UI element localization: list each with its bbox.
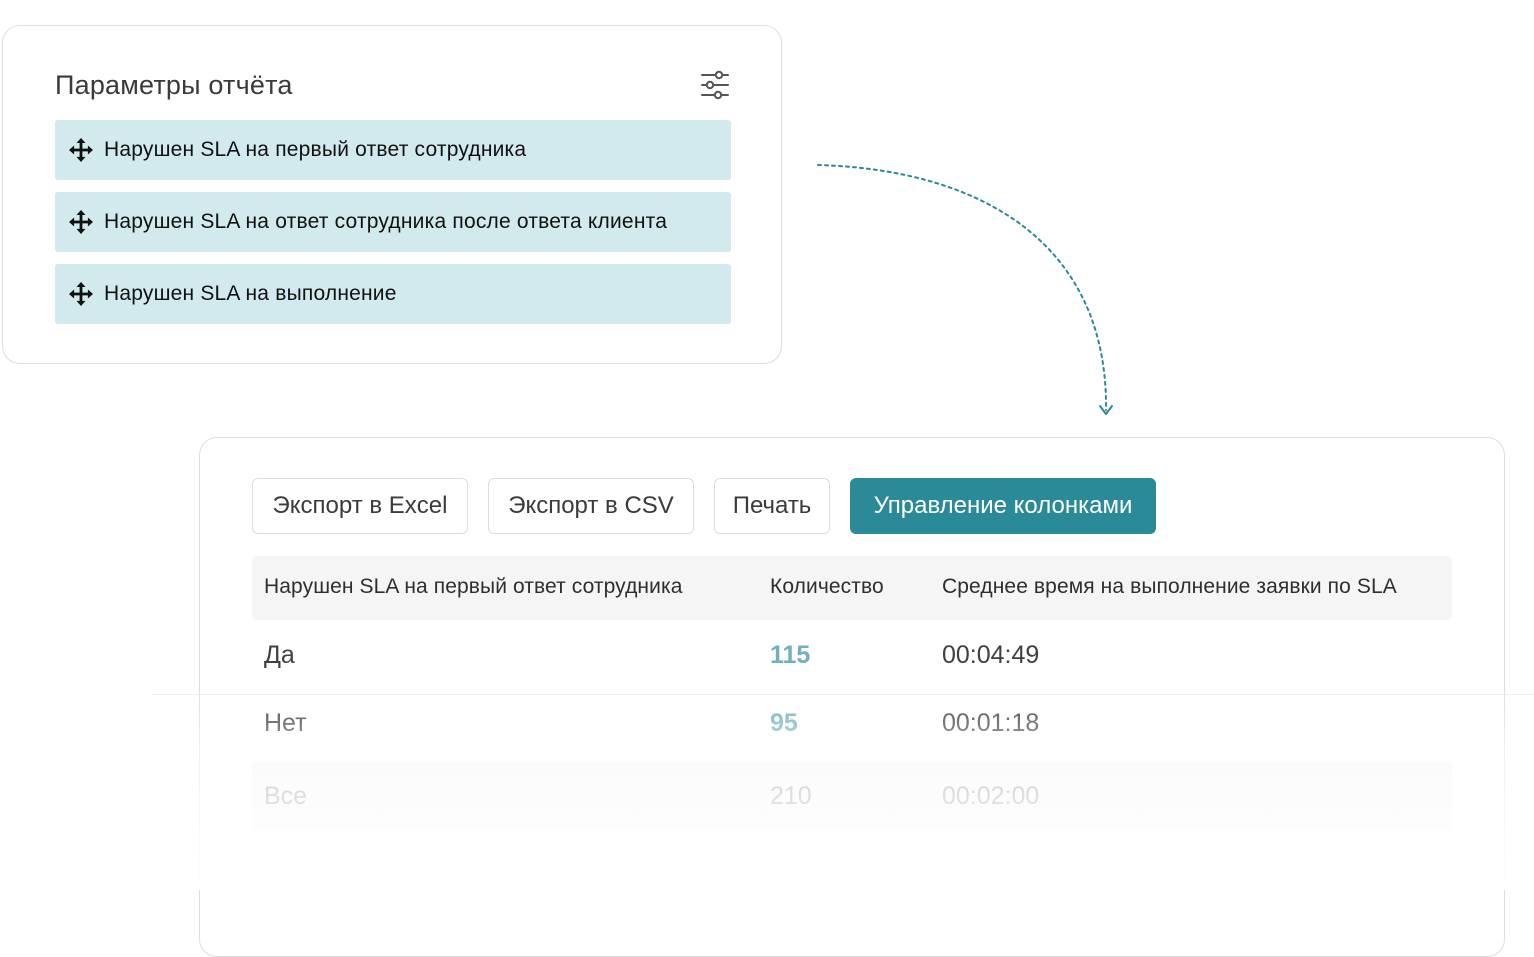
param-item-response-after-client[interactable]: Нарушен SLA на ответ сотрудника после от… [55, 192, 731, 252]
param-item-first-response[interactable]: Нарушен SLA на первый ответ сотрудника [55, 120, 731, 180]
column-header-sla-first-response[interactable]: Нарушен SLA на первый ответ сотрудника [264, 556, 683, 620]
row-avg-time: 00:01:18 [942, 709, 1040, 737]
export-excel-button[interactable]: Экспорт в Excel [252, 478, 468, 534]
row-count-link[interactable]: 95 [770, 689, 798, 757]
param-item-label: Нарушен SLA на первый ответ сотрудника [104, 138, 527, 161]
move-icon[interactable] [68, 137, 94, 163]
column-header-avg-time[interactable]: Среднее время на выполнение заявки по SL… [942, 556, 1397, 620]
move-icon[interactable] [68, 281, 94, 307]
table-header: Нарушен SLA на первый ответ сотрудника К… [252, 556, 1452, 620]
row-avg-time: 00:04:49 [942, 641, 1040, 669]
move-icon[interactable] [68, 209, 94, 235]
params-panel-title: Параметры отчёта [55, 70, 293, 100]
table-row: Да 115 00:04:49 [252, 621, 1452, 689]
export-csv-button[interactable]: Экспорт в CSV [488, 478, 694, 534]
param-item-resolution[interactable]: Нарушен SLA на выполнение [55, 264, 731, 324]
table-total-row: Все 210 00:02:00 [252, 762, 1452, 830]
row-label: Да [264, 641, 295, 669]
total-count: 210 [770, 782, 812, 810]
row-label: Нет [264, 709, 307, 737]
table-row: Нет 95 00:01:18 [252, 689, 1452, 757]
total-avg-time: 00:02:00 [942, 782, 1040, 810]
row-count-link[interactable]: 115 [770, 621, 810, 689]
column-header-count[interactable]: Количество [770, 556, 884, 620]
param-item-label: Нарушен SLA на ответ сотрудника после от… [104, 210, 668, 233]
param-item-label: Нарушен SLA на выполнение [104, 282, 397, 305]
print-button[interactable]: Печать [714, 478, 830, 534]
report-params-panel: Параметры отчёта Нарушен SLA на первый о… [2, 25, 782, 364]
total-label: Все [264, 782, 308, 810]
manage-columns-button[interactable]: Управление колонками [850, 478, 1156, 534]
sliders-icon[interactable] [699, 70, 731, 100]
